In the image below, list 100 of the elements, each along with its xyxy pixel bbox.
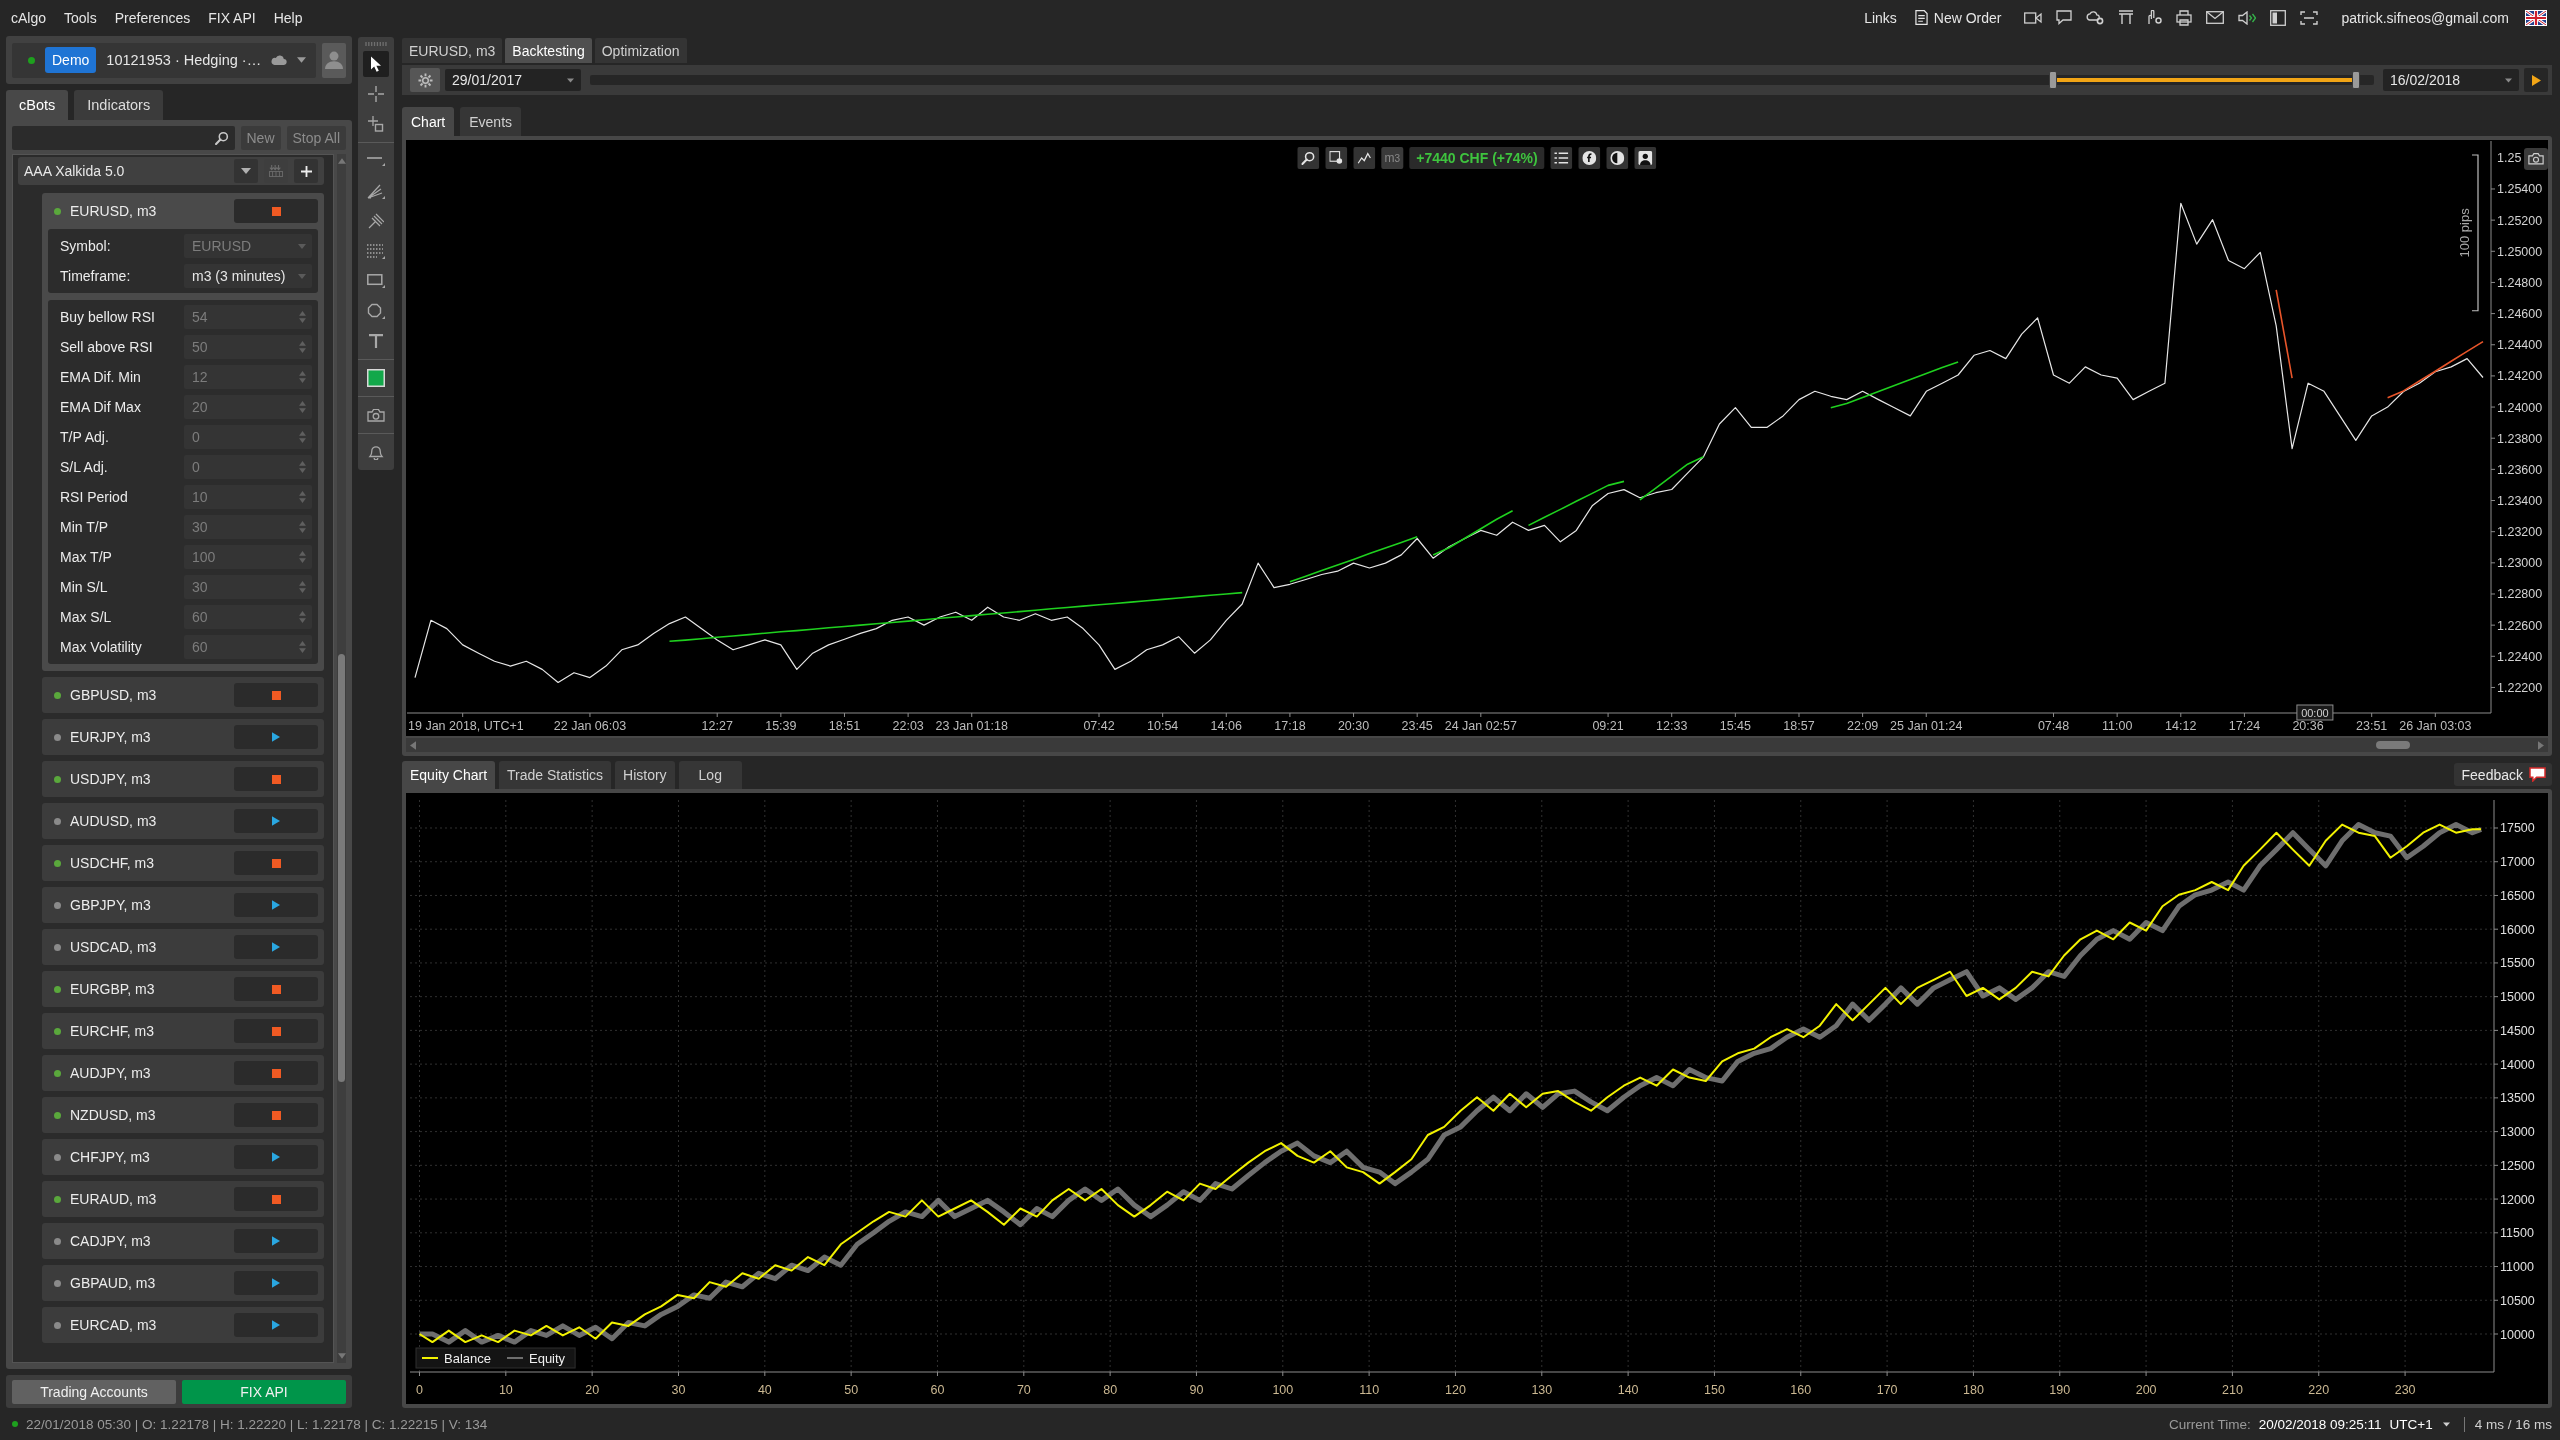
- start-button[interactable]: [234, 935, 318, 959]
- tab[interactable]: History: [615, 761, 675, 789]
- menu-item[interactable]: Tools: [55, 9, 106, 26]
- speaker-icon[interactable]: [2237, 10, 2256, 25]
- bot-instance-card[interactable]: EURJPY, m3: [42, 719, 324, 755]
- bot-instance-card[interactable]: EURGBP, m3: [42, 971, 324, 1007]
- value-axis-label: 17500: [2500, 821, 2535, 836]
- dropdown-field[interactable]: m3 (3 minutes): [184, 264, 312, 288]
- bot-instance-card[interactable]: CADJPY, m3: [42, 1223, 324, 1259]
- scroll-up-icon[interactable]: [337, 158, 346, 164]
- tab[interactable]: Equity Chart: [402, 761, 496, 789]
- menu-item[interactable]: FIX API: [199, 9, 265, 26]
- envelope-icon[interactable]: [2205, 11, 2224, 24]
- bot-group-header[interactable]: AAA Xalkida 5.0: [18, 157, 324, 185]
- tab[interactable]: Optimization: [594, 38, 687, 63]
- profile-button[interactable]: [322, 42, 346, 78]
- bot-instance-card[interactable]: GBPJPY, m3: [42, 887, 324, 923]
- tab[interactable]: Indicators: [74, 90, 164, 120]
- start-button[interactable]: [234, 893, 318, 917]
- bot-instance-card[interactable]: USDCHF, m3: [42, 845, 324, 881]
- bot-instance-card[interactable]: AUDUSD, m3: [42, 803, 324, 839]
- tab[interactable]: Events: [460, 107, 522, 136]
- stop-button[interactable]: [234, 1187, 318, 1211]
- stop-button[interactable]: [234, 767, 318, 791]
- menu-item[interactable]: Help: [264, 9, 312, 26]
- settings-box-icon[interactable]: [1325, 147, 1348, 169]
- drag-handle-icon[interactable]: [365, 42, 387, 46]
- links-menu[interactable]: Links: [1864, 9, 1897, 26]
- tab[interactable]: EURUSD, m3: [402, 38, 503, 63]
- account-selector[interactable]: Demo 10121953 · Hedging ·…: [12, 42, 317, 78]
- account-email[interactable]: patrick.sifneos@gmail.com: [2341, 9, 2509, 26]
- vertical-scrollbar[interactable]: [337, 154, 346, 1363]
- settings-button[interactable]: [410, 68, 440, 92]
- drawing-tool-button[interactable]: [363, 51, 389, 77]
- stop-button[interactable]: [234, 1061, 318, 1085]
- tab[interactable]: Backtesting: [505, 38, 592, 63]
- screenshot-button[interactable]: [2524, 148, 2548, 170]
- bot-instance-card[interactable]: EURCHF, m3: [42, 1013, 324, 1049]
- tab[interactable]: cBots: [6, 90, 69, 120]
- date-range-slider[interactable]: [590, 69, 2374, 91]
- tab[interactable]: Trade Statistics: [499, 761, 611, 789]
- bot-instance-card[interactable]: USDCAD, m3: [42, 929, 324, 965]
- time-axis-label: 15:39: [765, 719, 797, 733]
- bot-instance-card[interactable]: NZDUSD, m3: [42, 1097, 324, 1133]
- stop-button[interactable]: [234, 977, 318, 1001]
- start-button[interactable]: [234, 809, 318, 833]
- start-button[interactable]: [234, 725, 318, 749]
- stop-button[interactable]: [234, 851, 318, 875]
- bot-instance-card[interactable]: GBPUSD, m3: [42, 677, 324, 713]
- new-order-button[interactable]: New Order: [1914, 9, 2002, 26]
- bot-instance-card[interactable]: EURAUD, m3: [42, 1181, 324, 1217]
- cloud-gear-icon[interactable]: [2085, 10, 2104, 25]
- stop-button[interactable]: [234, 683, 318, 707]
- stop-button[interactable]: [234, 199, 318, 223]
- hand-gear-icon[interactable]: [2147, 10, 2162, 25]
- video-camera-icon[interactable]: [2023, 11, 2042, 24]
- horizontal-scrollbar[interactable]: [406, 738, 2548, 752]
- add-instance-button[interactable]: [294, 159, 318, 183]
- scroll-right-icon[interactable]: [2538, 740, 2544, 750]
- slider-handle[interactable]: [2048, 71, 2057, 89]
- printer-icon[interactable]: [2175, 9, 2192, 26]
- start-button[interactable]: [234, 1313, 318, 1337]
- bot-instance-card[interactable]: USDJPY, m3: [42, 761, 324, 797]
- run-button[interactable]: [2524, 68, 2548, 92]
- bot-instance-card[interactable]: AUDJPY, m3: [42, 1055, 324, 1091]
- person-icon[interactable]: [1634, 147, 1657, 169]
- tab[interactable]: Log: [678, 761, 742, 789]
- flag-icon[interactable]: [2525, 9, 2547, 26]
- timezone-dropdown[interactable]: UTC+1: [2389, 1416, 2456, 1432]
- search-field[interactable]: [12, 126, 235, 150]
- tab[interactable]: Chart: [402, 107, 455, 136]
- feedback-button[interactable]: Feedback: [2453, 763, 2552, 786]
- list-icon[interactable]: [1550, 147, 1573, 169]
- bot-instance-card[interactable]: [42, 193, 324, 671]
- bot-instance-card[interactable]: EURCAD, m3: [42, 1307, 324, 1343]
- start-button[interactable]: [234, 1271, 318, 1295]
- collapse-button[interactable]: [234, 159, 258, 183]
- start-date-field[interactable]: 29/01/2017: [445, 69, 581, 91]
- scrollbar-thumb[interactable]: [2376, 741, 2410, 749]
- zoom-icon[interactable]: [1297, 147, 1320, 169]
- bot-instance-card[interactable]: CHFJPY, m3: [42, 1139, 324, 1175]
- gate-icon[interactable]: [2117, 10, 2134, 25]
- expand-icon[interactable]: [2299, 10, 2318, 25]
- trading-accounts-button[interactable]: Trading Accounts: [12, 1379, 176, 1404]
- time-axis-label: 14:12: [2165, 719, 2197, 733]
- bot-instance-card[interactable]: GBPAUD, m3: [42, 1265, 324, 1301]
- scroll-left-icon[interactable]: [410, 740, 416, 750]
- menu-item[interactable]: cAlgo: [2, 9, 56, 26]
- speech-bubble-icon[interactable]: [2055, 10, 2072, 25]
- stop-button[interactable]: [234, 1103, 318, 1127]
- stop-button[interactable]: [234, 1019, 318, 1043]
- start-button[interactable]: [234, 1229, 318, 1253]
- start-button[interactable]: [234, 1145, 318, 1169]
- end-date-field[interactable]: 16/02/2018: [2383, 69, 2519, 91]
- line-chart-icon[interactable]: [1353, 147, 1376, 169]
- scroll-down-icon[interactable]: [337, 1353, 346, 1359]
- slider-handle[interactable]: [2352, 71, 2361, 89]
- panel-layout-icon[interactable]: [2269, 9, 2286, 26]
- scrollbar-thumb[interactable]: [338, 654, 345, 1082]
- menu-item[interactable]: Preferences: [105, 9, 200, 26]
